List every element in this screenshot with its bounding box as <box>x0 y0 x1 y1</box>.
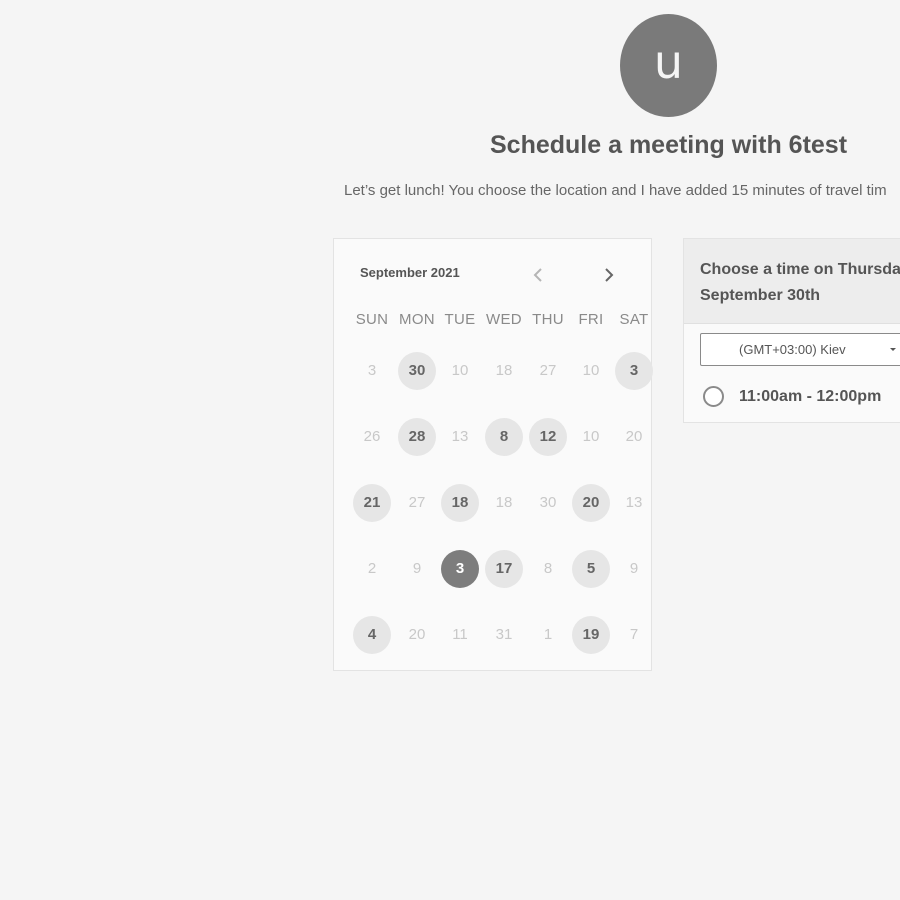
calendar-day: 20 <box>408 626 426 643</box>
page-title: Schedule a meeting with 6test <box>490 131 848 159</box>
chevron-left-icon <box>533 268 542 282</box>
scheduling-page: u Schedule a meeting with 6test Let’s ge… <box>0 0 900 900</box>
calendar-day: 18 <box>495 494 513 511</box>
calendar-day: 20 <box>625 428 643 445</box>
calendar-day[interactable]: 28 <box>398 418 436 456</box>
calendar-day[interactable]: 4 <box>353 616 391 654</box>
calendar-day: 13 <box>451 428 469 445</box>
calendar-day[interactable]: 21 <box>353 484 391 522</box>
calendar-day: 1 <box>543 626 553 643</box>
weekday-header-row: SUN MON TUE WED THU FRI SAT <box>334 311 653 331</box>
weekday-label: TUE <box>444 311 476 328</box>
calendar-day[interactable]: 8 <box>485 418 523 456</box>
calendar-day: 8 <box>543 560 553 577</box>
calendar-day: 10 <box>582 428 600 445</box>
calendar-day[interactable]: 20 <box>572 484 610 522</box>
time-slot-label: 11:00am - 12:00pm <box>739 388 882 405</box>
calendar-day[interactable]: 3 <box>615 352 653 390</box>
time-selection-panel: Choose a time on Thursday September 30th… <box>683 238 900 423</box>
weekday-label: MON <box>399 311 435 328</box>
calendar-day[interactable]: 12 <box>529 418 567 456</box>
calendar-day: 9 <box>412 560 422 577</box>
calendar-day[interactable]: 17 <box>485 550 523 588</box>
calendar-day: 26 <box>363 428 381 445</box>
calendar-month-label: September 2021 <box>360 265 460 280</box>
timezone-select[interactable]: (GMT+03:00) Kiev <box>700 333 900 366</box>
timezone-value: (GMT+03:00) Kiev <box>739 342 846 357</box>
calendar-day: 30 <box>539 494 557 511</box>
calendar-day: 7 <box>629 626 639 643</box>
calendar-day: 27 <box>539 362 557 379</box>
calendar-day: 2 <box>367 560 377 577</box>
time-panel-date: September 30th <box>700 287 821 304</box>
calendar-day[interactable]: 18 <box>441 484 479 522</box>
date-picker-calendar: September 2021 SUN MON TUE WED THU FRI SAT 3 30… <box>333 238 653 671</box>
calendar-day: 9 <box>629 560 639 577</box>
calendar-day: 13 <box>625 494 643 511</box>
prev-month-button[interactable] <box>527 263 549 287</box>
time-slot-option[interactable]: 11:00am - 12:00pm <box>684 374 900 422</box>
time-panel-heading: Choose a time on Thursday <box>700 261 900 278</box>
calendar-day: 11 <box>452 626 468 643</box>
weekday-label: WED <box>486 311 522 328</box>
calendar-day: 10 <box>582 362 600 379</box>
calendar-day[interactable]: 5 <box>572 550 610 588</box>
weekday-label: FRI <box>578 311 604 328</box>
calendar-day: 27 <box>408 494 426 511</box>
caret-down-icon <box>890 348 896 351</box>
weekday-label: SUN <box>355 311 389 328</box>
radio-button[interactable] <box>703 386 724 407</box>
calendar-day: 10 <box>451 362 469 379</box>
calendar-day[interactable]: 30 <box>398 352 436 390</box>
time-panel-header: Choose a time on Thursday September 30th <box>684 239 900 324</box>
event-description: Let’s get lunch! You choose the location… <box>344 182 887 199</box>
calendar-day[interactable]: 19 <box>572 616 610 654</box>
calendar-day: 31 <box>495 626 513 643</box>
chevron-right-icon <box>605 268 614 282</box>
next-month-button[interactable] <box>598 263 620 287</box>
calendar-day: 18 <box>495 362 513 379</box>
calendar-day-selected[interactable]: 3 <box>441 550 479 588</box>
host-avatar: u <box>620 14 717 117</box>
calendar-day: 3 <box>367 362 377 379</box>
weekday-label: THU <box>532 311 564 328</box>
weekday-label: SAT <box>619 311 649 328</box>
avatar-initial: u <box>653 35 684 89</box>
